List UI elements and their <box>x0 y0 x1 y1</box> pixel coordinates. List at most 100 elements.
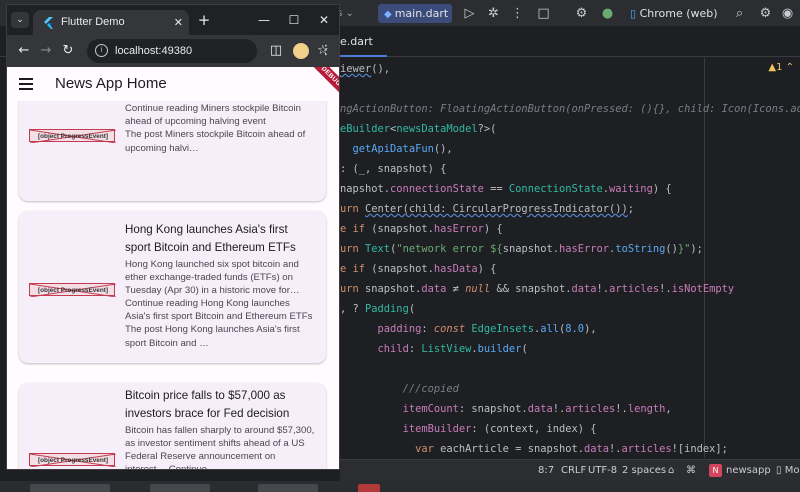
lock-icon[interactable]: ⌂ <box>668 460 674 482</box>
device-manager-icon[interactable]: ⚙ <box>572 4 591 23</box>
run-icon[interactable]: ▷ <box>460 4 479 23</box>
code-line: e if (snapshot.hasData) { <box>340 260 496 278</box>
code-line: iewer(), <box>340 60 390 78</box>
forward-icon[interactable]: → <box>37 42 55 60</box>
project-badge: N <box>709 463 722 477</box>
code-token: : (context, index) { <box>471 423 597 435</box>
code-token: articles <box>565 403 616 415</box>
side-panel-icon[interactable]: ◫ <box>267 42 285 60</box>
code-token: ≠ <box>446 283 466 295</box>
reload-icon[interactable]: ↻ <box>59 42 77 60</box>
code-token: e if <box>340 223 372 235</box>
code-token: }" <box>677 243 691 255</box>
code-token: ); <box>690 243 703 255</box>
more-status[interactable]: ▯ Mo <box>776 460 799 482</box>
code-line: var eachArticle = snapshot.data!.article… <box>340 440 728 458</box>
maximize-icon[interactable]: ☐ <box>283 11 305 29</box>
code-token: data <box>421 283 447 295</box>
code-token: napshot. <box>340 183 391 195</box>
profile-avatar[interactable] <box>293 43 309 59</box>
code-token: !. <box>596 283 610 295</box>
project-widget[interactable]: Nnewsapp <box>709 460 771 482</box>
more-actions-icon[interactable]: ⋮ <box>508 4 527 23</box>
code-token: Padding <box>365 303 409 315</box>
news-card[interactable]: [object ProgressEvent] Hong Kong launches… <box>19 211 326 363</box>
code-line: itemBuilder: (context, index) { <box>340 420 597 438</box>
code-token: Center(child: CircularProgressIndicator(… <box>365 203 628 215</box>
device-icon: ▯ <box>630 7 637 20</box>
account-icon[interactable]: ◉ <box>778 4 797 23</box>
code-token: isNotEmpty <box>671 283 735 295</box>
code-line: e if (snapshot.hasError) { <box>340 220 503 238</box>
warning-indicator[interactable]: ▲1 ⌃ <box>768 62 794 73</box>
flutter-favicon-icon <box>44 17 53 29</box>
taskbar-item[interactable] <box>30 484 110 492</box>
back-icon[interactable]: ← <box>15 42 33 60</box>
code-line: urn Center(child: CircularProgressIndica… <box>340 200 634 218</box>
search-icon[interactable]: ⌕ <box>730 4 749 23</box>
debug-icon[interactable]: ✲ <box>484 4 503 23</box>
code-line: ///copied <box>340 380 459 398</box>
image-error-text: [object ProgressEvent] <box>38 287 108 294</box>
new-tab-icon[interactable]: + <box>195 11 213 29</box>
tab-search-icon[interactable]: ⌄ <box>11 12 29 28</box>
code-token: null <box>465 283 491 295</box>
code-token: : <box>421 323 434 335</box>
site-info-icon[interactable]: i <box>95 44 108 57</box>
os-taskbar <box>0 481 800 492</box>
code-token: ) { <box>483 223 503 235</box>
run-config-label: main.dart <box>394 7 449 20</box>
flutter-icon: ◆ <box>384 9 392 20</box>
file-encoding[interactable]: UTF-8 <box>588 460 617 482</box>
menu-icon[interactable] <box>19 78 33 90</box>
code-token: newsDataModel <box>396 123 478 135</box>
code-token: 8.0 <box>565 323 585 335</box>
code-token: child <box>377 343 409 355</box>
browser-tab[interactable]: Flutter Demo ✕ <box>33 10 189 35</box>
code-token: ) { <box>652 183 672 195</box>
code-token: snapshot. <box>365 283 422 295</box>
close-tab-icon[interactable]: ✕ <box>174 10 183 35</box>
news-card[interactable]: [object ProgressEvent] Bitcoin price fall… <box>19 383 326 469</box>
minimize-icon[interactable]: — <box>253 11 275 29</box>
cursor-position[interactable]: 8:7 <box>538 460 554 482</box>
image-error-text: [object ProgressEvent] <box>38 457 108 464</box>
tab-title: Flutter Demo <box>61 16 125 28</box>
code-token: hasError <box>433 223 484 235</box>
close-window-icon[interactable]: ✕ <box>313 11 335 29</box>
code-line: , ? Padding( <box>340 300 415 318</box>
code-token: itemBuilder <box>402 423 472 435</box>
code-editor[interactable]: iewer(), ngActionButton: FloatingActionBu… <box>340 58 800 459</box>
device-selector[interactable]: ▯ Chrome (web) ⌄ <box>630 4 730 39</box>
code-token: !. <box>659 283 672 295</box>
code-token: e if <box>340 263 372 275</box>
more-status-label: Mo <box>784 465 800 476</box>
address-bar[interactable]: i localhost:49380 ☆ <box>87 39 329 63</box>
tab-strip: ⌄ Flutter Demo ✕ + — ☐ ✕ <box>7 5 339 35</box>
taskbar-item[interactable] <box>258 484 318 492</box>
code-line: getApiDataFun(), <box>340 140 453 158</box>
warning-count: 1 <box>776 62 783 73</box>
code-token: hasData <box>433 263 478 275</box>
settings-icon[interactable]: ⚙ <box>756 4 775 23</box>
flutter-inspector-icon[interactable]: ● <box>598 4 617 23</box>
code-token: toString <box>615 243 666 255</box>
chrome-menu-icon[interactable]: ⋮ <box>317 42 335 60</box>
code-token: ), <box>584 323 597 335</box>
line-ending[interactable]: CRLF <box>561 460 586 482</box>
taskbar-item[interactable] <box>358 484 380 492</box>
code-token: snapshot. <box>502 243 559 255</box>
code-token: !. <box>552 403 566 415</box>
run-config-selector[interactable]: ◆main.dart ⌄ <box>378 4 452 40</box>
indent-setting[interactable]: 2 spaces <box>622 460 666 482</box>
taskbar-item[interactable] <box>150 484 210 492</box>
code-token: == <box>483 183 509 195</box>
navigation-bar: ← → ↻ i localhost:49380 ☆ ◫ ⋮ <box>7 35 339 67</box>
code-line: : (_, snapshot) { <box>340 160 446 178</box>
stop-icon[interactable]: □ <box>534 4 553 23</box>
app-title: News App Home <box>55 75 167 92</box>
readonly-icon[interactable]: ⌘ <box>686 460 696 482</box>
